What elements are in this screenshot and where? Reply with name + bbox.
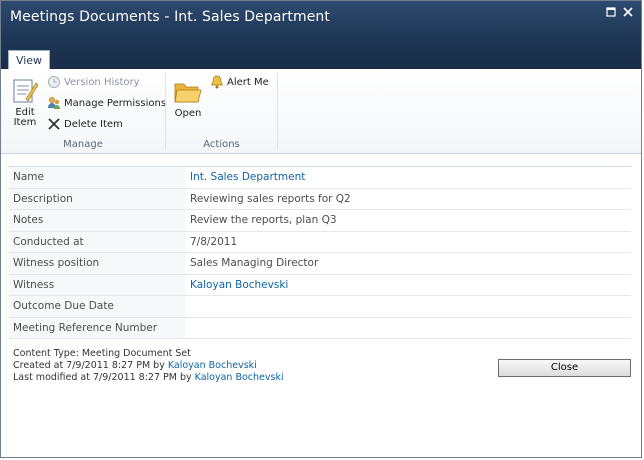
modified-by-link[interactable]: Kaloyan Bochevski — [195, 372, 284, 383]
field-value — [185, 296, 631, 317]
manage-permissions-label: Manage Permissions — [64, 98, 167, 109]
properties-table: Name Int. Sales Department Description R… — [9, 166, 631, 339]
group-divider — [277, 73, 278, 149]
open-label: Open — [174, 108, 202, 119]
manage-group: Edit Item Version History Manage Permiss… — [1, 69, 166, 153]
edit-item-label-2: Item — [13, 117, 37, 128]
manage-permissions-icon — [47, 96, 61, 110]
edit-item-button[interactable]: Edit Item — [5, 77, 45, 128]
table-row: Witness Kaloyan Bochevski — [9, 274, 631, 296]
manage-permissions-button[interactable]: Manage Permissions — [47, 95, 166, 113]
title-bar: Meetings Documents - Int. Sales Departme… — [1, 1, 641, 70]
field-label: Witness position — [9, 253, 185, 274]
field-value: Sales Managing Director — [190, 257, 319, 269]
field-label: Meeting Reference Number — [9, 317, 185, 338]
dialog: Meetings Documents - Int. Sales Departme… — [0, 0, 642, 458]
field-value: Reviewing sales reports for Q2 — [190, 192, 351, 205]
item-metadata: Content Type: Meeting Document Set Creat… — [13, 348, 284, 384]
field-value — [185, 318, 631, 339]
field-label: Outcome Due Date — [9, 296, 185, 317]
modified-line: Last modified at 7/9/2011 8:27 PM by Kal… — [13, 372, 284, 384]
table-row: Notes Review the reports, plan Q3 — [9, 210, 631, 232]
created-text: Created at 7/9/2011 8:27 PM by — [13, 360, 168, 371]
alert-me-button[interactable]: Alert Me — [210, 74, 269, 92]
close-icon[interactable] — [621, 7, 635, 19]
table-row: Conducted at 7/8/2011 — [9, 231, 631, 253]
table-row: Outcome Due Date — [9, 296, 631, 318]
created-by-link[interactable]: Kaloyan Bochevski — [168, 360, 257, 371]
delete-item-button[interactable]: Delete Item — [47, 116, 123, 134]
modified-text: Last modified at 7/9/2011 8:27 PM by — [13, 372, 195, 383]
tab-view[interactable]: View — [8, 50, 50, 70]
field-value: 7/8/2011 — [190, 235, 238, 248]
table-row: Name Int. Sales Department — [9, 167, 631, 189]
ribbon: Edit Item Version History Manage Permiss… — [1, 69, 641, 154]
actions-group-label: Actions — [203, 139, 240, 150]
field-label: Witness — [9, 274, 185, 295]
delete-item-label: Delete Item — [64, 119, 123, 130]
folder-open-icon — [174, 80, 202, 104]
version-history-icon — [47, 75, 61, 89]
close-button[interactable]: Close — [498, 359, 631, 377]
content-type-text: Content Type: Meeting Document Set — [13, 348, 191, 359]
field-label: Name — [9, 167, 185, 188]
version-history-label: Version History — [64, 77, 140, 88]
table-row: Meeting Reference Number — [9, 317, 631, 339]
alert-me-icon — [210, 75, 224, 89]
field-label: Description — [9, 188, 185, 209]
version-history-button[interactable]: Version History — [47, 74, 140, 92]
table-row: Witness position Sales Managing Director — [9, 253, 631, 275]
table-row: Description Reviewing sales reports for … — [9, 188, 631, 210]
manage-group-label: Manage — [63, 139, 103, 150]
field-label: Conducted at — [9, 231, 185, 252]
edit-item-icon — [12, 77, 39, 105]
actions-group: Open Alert Me Actions — [166, 69, 277, 153]
delete-item-icon — [47, 117, 61, 131]
field-label: Notes — [9, 210, 185, 231]
maximize-icon[interactable] — [604, 7, 618, 19]
witness-link[interactable]: Kaloyan Bochevski — [185, 275, 631, 296]
alert-me-label: Alert Me — [227, 77, 269, 88]
dialog-title: Meetings Documents - Int. Sales Departme… — [10, 9, 330, 25]
name-link[interactable]: Int. Sales Department — [185, 167, 631, 188]
open-button[interactable]: Open — [170, 80, 206, 119]
created-line: Created at 7/9/2011 8:27 PM by Kaloyan B… — [13, 360, 284, 372]
field-value: Review the reports, plan Q3 — [190, 214, 337, 226]
